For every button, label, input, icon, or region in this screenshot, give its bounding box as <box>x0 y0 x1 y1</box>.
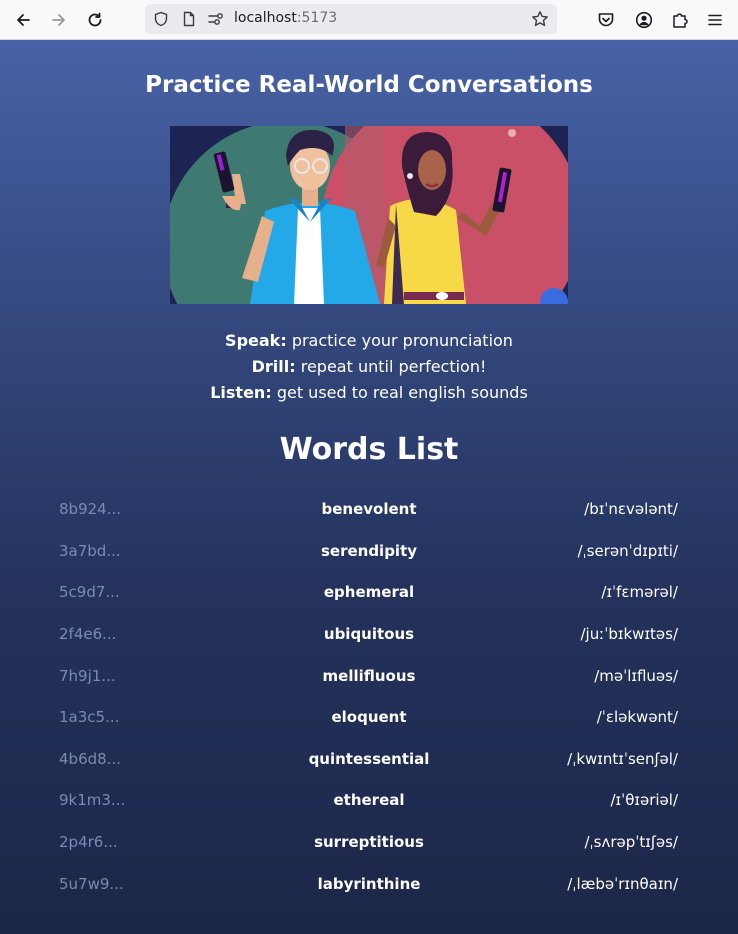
url-port: :5173 <box>296 10 338 26</box>
shield-icon[interactable] <box>153 11 169 27</box>
feature-text: repeat until perfection! <box>300 357 487 376</box>
account-button[interactable] <box>626 2 662 38</box>
word-row[interactable]: 2f4e6... ubiquitous /juːˈbɪkwɪtəs/ <box>0 625 738 649</box>
page-headline: Practice Real-World Conversations <box>145 72 593 98</box>
word-ipa: /ˌkwɪntɪˈsenʃəl/ <box>567 750 678 768</box>
word-ipa: /ˌsʌrəpˈtɪʃəs/ <box>584 833 678 851</box>
word-row[interactable]: 1a3c5... eloquent /ˈɛləkwənt/ <box>0 708 738 732</box>
forward-button[interactable] <box>41 2 77 38</box>
forward-arrow-icon <box>52 14 65 26</box>
features-list: Speak: practice your pronunciation Drill… <box>0 328 738 406</box>
back-button[interactable] <box>5 2 41 38</box>
feature-label: Drill: <box>251 357 296 376</box>
word-row[interactable]: 9k1m3... ethereal /ɪˈθɪəriəl/ <box>0 791 738 815</box>
feature-drill: Drill: repeat until perfection! <box>0 354 738 380</box>
puzzle-icon <box>673 13 688 28</box>
word-row[interactable]: 2p4r6... surreptitious /ˌsʌrəpˈtɪʃəs/ <box>0 833 738 857</box>
reload-icon <box>88 12 102 27</box>
word-ipa: /məˈlɪfluəs/ <box>594 667 678 685</box>
word-ipa: /ˌlæbəˈrɪnθaɪn/ <box>567 875 678 893</box>
hamburger-icon <box>708 14 722 26</box>
page-icon <box>183 11 195 27</box>
reload-button[interactable] <box>77 2 113 38</box>
word-row[interactable]: 8b924... benevolent /bɪˈnɛvələnt/ <box>0 500 738 524</box>
hero-illustration <box>170 126 568 304</box>
word-row[interactable]: 7h9j1... mellifluous /məˈlɪfluəs/ <box>0 667 738 691</box>
app-page: Practice Real-World Conversations Speak:… <box>0 40 738 934</box>
word-ipa: /juːˈbɪkwɪtəs/ <box>580 625 678 643</box>
bookmark-star-icon[interactable] <box>531 10 549 28</box>
word-row[interactable]: 5c9d7... ephemeral /ɪˈfɛmərəl/ <box>0 583 738 607</box>
word-ipa: /ɪˈθɪəriəl/ <box>610 791 678 809</box>
account-icon <box>635 11 653 29</box>
browser-toolbar: localhost:5173 <box>0 0 738 40</box>
feature-listen: Listen: get used to real english sounds <box>0 380 738 406</box>
feature-label: Listen: <box>210 383 272 402</box>
word-ipa: /bɪˈnɛvələnt/ <box>584 500 678 518</box>
word-row[interactable]: 4b6d8... quintessential /ˌkwɪntɪˈsenʃəl/ <box>0 750 738 774</box>
feature-text: practice your pronunciation <box>291 331 513 350</box>
feature-label: Speak: <box>225 331 287 350</box>
menu-button[interactable] <box>697 2 733 38</box>
word-row[interactable]: 3a7bd... serendipity /ˌserənˈdɪpɪti/ <box>0 542 738 566</box>
words-list-title: Words List <box>279 432 459 467</box>
word-ipa: /ˌserənˈdɪpɪti/ <box>577 542 678 560</box>
word-row[interactable]: 5u7w9... labyrinthine /ˌlæbəˈrɪnθaɪn/ <box>0 875 738 899</box>
pocket-button[interactable] <box>588 2 624 38</box>
extensions-button[interactable] <box>662 2 698 38</box>
url-host: localhost <box>234 10 297 26</box>
feature-text: get used to real english sounds <box>276 383 528 402</box>
word-ipa: /ˈɛləkwənt/ <box>596 708 678 726</box>
hero-illustration-art <box>170 126 568 304</box>
pocket-icon <box>598 13 614 27</box>
url-text[interactable]: localhost:5173 <box>234 10 337 26</box>
site-permissions-icon[interactable] <box>207 11 225 27</box>
back-arrow-icon <box>17 14 30 26</box>
address-bar[interactable]: localhost:5173 <box>145 4 557 34</box>
feature-speak: Speak: practice your pronunciation <box>0 328 738 354</box>
word-ipa: /ɪˈfɛmərəl/ <box>601 583 678 601</box>
